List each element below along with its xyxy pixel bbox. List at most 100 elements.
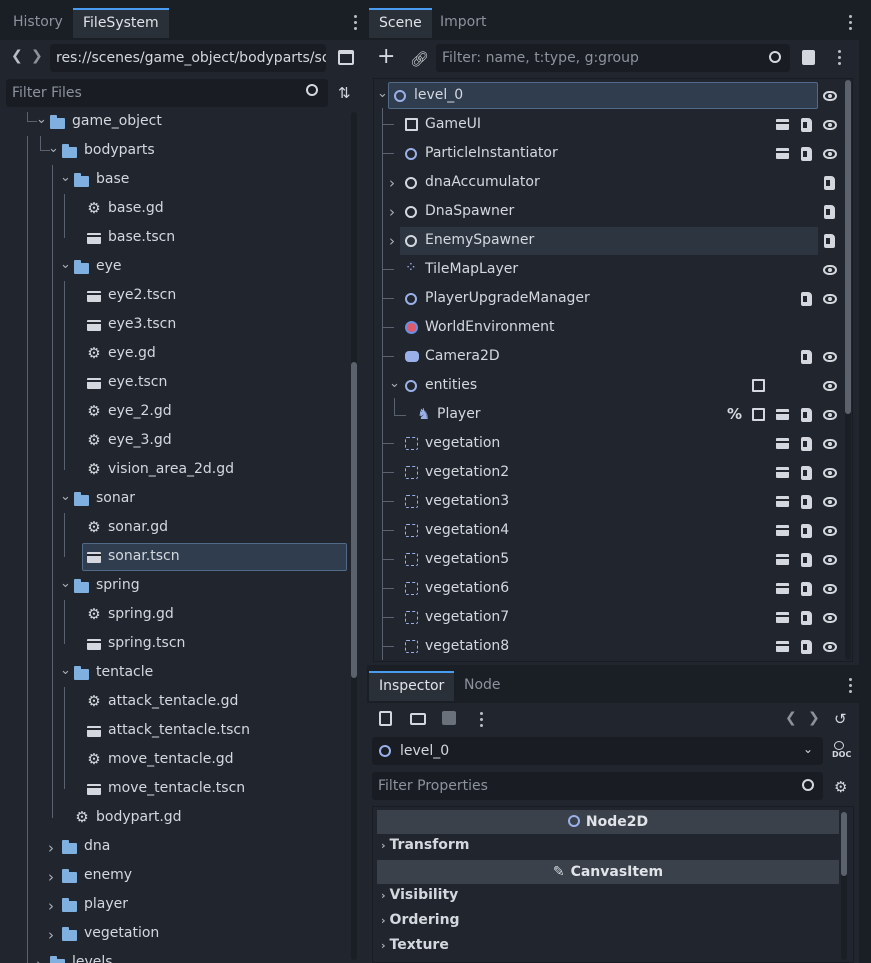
visibility-eye-icon[interactable] — [823, 439, 837, 449]
folder-item[interactable] — [0, 165, 350, 194]
property-visibility[interactable]: › Visibility — [381, 887, 458, 903]
file-item[interactable] — [0, 368, 350, 397]
forward-icon[interactable]: ❯ — [31, 48, 43, 64]
file-item[interactable] — [0, 397, 350, 426]
scene-node-label[interactable]: PlayerUpgradeManager — [425, 284, 590, 313]
scene-node-label[interactable]: vegetation4 — [425, 516, 509, 545]
folder-item[interactable] — [0, 571, 350, 600]
open-in-editor-icon[interactable] — [776, 641, 789, 652]
visibility-eye-icon[interactable] — [823, 526, 837, 536]
property-texture[interactable]: › Texture — [381, 937, 449, 953]
inspector-options-icon[interactable] — [480, 712, 484, 730]
scene-node-label[interactable]: vegetation7 — [425, 603, 509, 632]
chevron-down-icon[interactable]: ⌄ — [60, 663, 71, 678]
scene-node-label[interactable]: vegetation5 — [425, 545, 509, 574]
filter-properties-input[interactable]: Filter Properties — [372, 772, 823, 800]
visibility-eye-icon[interactable] — [823, 149, 837, 159]
tab-node[interactable]: Node — [454, 671, 511, 701]
inspector-scroll-thumb[interactable] — [841, 812, 847, 876]
save-resource-icon[interactable] — [442, 711, 456, 725]
history-back-icon[interactable]: ❮ — [785, 710, 797, 726]
tab-history[interactable]: History — [3, 8, 73, 38]
scene-scroll-thumb[interactable] — [845, 80, 851, 414]
visibility-eye-icon[interactable] — [823, 642, 837, 652]
file-item[interactable] — [0, 513, 350, 542]
folder-item[interactable] — [0, 252, 350, 281]
scene-filter-input[interactable]: Filter: name, t:type, g:group — [436, 44, 790, 72]
attached-script-icon[interactable] — [801, 118, 812, 132]
filesystem-menu-icon[interactable] — [354, 15, 358, 33]
tools-icon[interactable]: ⚙︎ — [834, 778, 847, 796]
path-field[interactable]: res://scenes/game_object/bodyparts/so — [50, 44, 326, 72]
inspector-menu-icon[interactable] — [849, 678, 853, 696]
tab-scene[interactable]: Scene — [369, 8, 432, 38]
visibility-eye-icon[interactable] — [823, 468, 837, 478]
group-icon[interactable] — [752, 408, 765, 421]
tab-filesystem[interactable]: FileSystem — [73, 8, 169, 38]
visibility-eye-icon[interactable] — [823, 555, 837, 565]
scene-node-label[interactable]: vegetation — [425, 429, 500, 458]
open-in-editor-icon[interactable] — [776, 467, 789, 478]
attached-script-icon[interactable] — [801, 408, 812, 422]
instance-scene-icon[interactable] — [802, 50, 815, 65]
file-item[interactable] — [0, 600, 350, 629]
scene-node-label[interactable]: WorldEnvironment — [425, 313, 555, 342]
filter-files-input[interactable]: Filter Files — [6, 79, 328, 107]
open-in-editor-icon[interactable] — [776, 496, 789, 507]
property-ordering[interactable]: › Ordering — [381, 912, 460, 928]
chevron-down-icon[interactable]: ⌄ — [60, 576, 71, 591]
scene-menu-icon[interactable] — [849, 15, 853, 33]
visibility-eye-icon[interactable] — [823, 120, 837, 130]
file-item[interactable] — [0, 194, 350, 223]
attached-script-icon[interactable] — [801, 582, 812, 596]
scene-node-label[interactable]: vegetation2 — [425, 458, 509, 487]
scene-node-label[interactable]: entities — [425, 371, 477, 400]
scene-node-label[interactable]: EnemySpawner — [425, 226, 534, 255]
attached-script-icon[interactable] — [801, 611, 812, 625]
attached-script-icon[interactable] — [824, 205, 835, 219]
attached-script-icon[interactable] — [801, 437, 812, 451]
open-in-editor-icon[interactable] — [776, 583, 789, 594]
scene-node-label[interactable]: TileMapLayer — [425, 255, 518, 284]
chevron-down-icon[interactable]: ⌄ — [36, 112, 47, 127]
open-resource-icon[interactable] — [410, 713, 426, 725]
visibility-eye-icon[interactable] — [823, 613, 837, 623]
tab-import[interactable]: Import — [430, 8, 496, 38]
scene-node-label[interactable]: vegetation6 — [425, 574, 509, 603]
property-transform[interactable]: › Transform — [381, 837, 469, 853]
attached-script-icon[interactable] — [801, 292, 812, 306]
doc-icon[interactable]: DOC — [832, 741, 851, 759]
tab-inspector[interactable]: Inspector — [369, 671, 455, 701]
attached-script-icon[interactable] — [824, 234, 835, 248]
attached-script-icon[interactable] — [801, 495, 812, 509]
scene-node-label[interactable]: GameUI — [425, 110, 481, 139]
visibility-eye-icon[interactable] — [823, 294, 837, 304]
chevron-down-icon[interactable]: ⌄ — [60, 170, 71, 185]
attached-script-icon[interactable] — [801, 553, 812, 567]
object-history-icon[interactable]: ↺ — [834, 710, 847, 728]
visibility-eye-icon[interactable] — [823, 497, 837, 507]
chevron-right-icon[interactable]: › — [48, 839, 54, 857]
chevron-right-icon[interactable]: › — [48, 926, 54, 944]
folder-item[interactable] — [0, 484, 350, 513]
open-in-editor-icon[interactable] — [776, 409, 789, 420]
inspector-object-selector[interactable]: level_0 — [372, 737, 823, 765]
new-resource-icon[interactable] — [379, 711, 392, 726]
section-canvasitem[interactable]: ✎ CanvasItem — [377, 860, 839, 884]
chevron-down-icon[interactable]: ⌄ — [60, 257, 71, 272]
folder-item[interactable] — [0, 658, 350, 687]
attached-script-icon[interactable] — [801, 640, 812, 654]
chevron-down-icon[interactable]: ⌄ — [377, 86, 388, 101]
add-node-icon[interactable]: + — [377, 45, 395, 69]
chevron-right-icon[interactable]: › — [389, 203, 395, 221]
scene-node-label[interactable]: ParticleInstantiator — [425, 139, 558, 168]
scene-options-icon[interactable] — [838, 50, 842, 68]
sort-icon[interactable]: ⇅ — [338, 84, 351, 102]
open-in-editor-icon[interactable] — [776, 148, 789, 159]
toggle-split-icon[interactable] — [338, 50, 354, 65]
open-in-editor-icon[interactable] — [776, 612, 789, 623]
attached-script-icon[interactable] — [801, 524, 812, 538]
open-in-editor-icon[interactable] — [776, 438, 789, 449]
attached-script-icon[interactable] — [824, 176, 835, 190]
open-in-editor-icon[interactable] — [776, 554, 789, 565]
